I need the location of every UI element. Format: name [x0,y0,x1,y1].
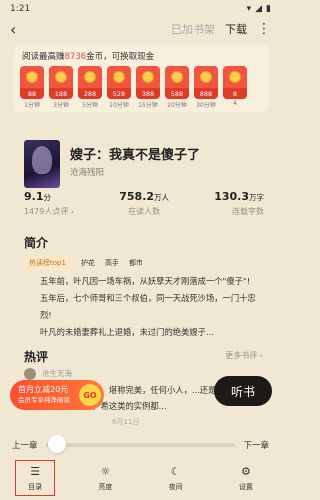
coin-reward-item[interactable]: 288 5分钟 [78,66,102,109]
membership-promo-banner[interactable]: 首月立减20元 会员专享纯净阅读 GO [10,380,104,410]
coin-time: 3分钟 [53,102,69,109]
signal-icon: ◢ [255,4,263,14]
gear-icon: ⚙ [240,464,251,478]
book-cover[interactable] [24,140,60,188]
promo-line2: 会员专享纯净阅读 [18,396,70,404]
bottom-nav: ☰ 目录 ☼ 亮度 ☾ 夜间 ⚙ 设置 [0,456,281,500]
coin-reward-item[interactable]: 528 10分钟 [107,66,131,109]
wifi-icon: ▾ [246,4,252,14]
book-header: 嫂子：我真不是傻子了 沧海残阳 [24,140,264,188]
coin-reward-item[interactable]: 84 [223,66,247,109]
slider-thumb[interactable] [47,435,66,453]
book-author[interactable]: 沧海残阳 [70,166,200,178]
more-options-icon[interactable]: ⋮ [257,21,271,37]
coin-icon [171,71,183,83]
top-bar: ‹ 已加书架 下载 ⋮ [0,18,281,40]
coin-value: 588 [165,88,189,99]
list-icon: ☰ [30,464,41,478]
reviews-heading: 热评 [24,350,49,364]
chapter-progress-bar: 上一章 下一章 [0,435,281,454]
coin-icon [200,71,212,83]
readers-stat: 758.2万人 在读人数 [119,190,170,216]
coin-list: 88 1分钟 188 3分钟 288 5分钟 528 10分钟 388 15分钟 588 20分钟 88… [14,66,269,109]
prev-chapter-button[interactable]: 上一章 [12,439,38,451]
book-stats: 9.1分 1479人点评 › 758.2万人 在读人数 130.3万字 连载字数 [24,190,264,217]
next-chapter-button[interactable]: 下一章 [243,439,269,451]
back-icon[interactable]: ‹ [10,20,26,39]
promo-go-button[interactable]: GO [79,384,101,406]
moon-icon: ☾ [170,464,181,478]
coin-value: 188 [49,88,73,99]
nav-settings[interactable]: ⚙ 设置 [226,460,266,496]
reward-title: 阅读最高赚8736金币，可换取现金 [22,52,155,62]
coin-value: 388 [136,88,160,99]
coin-time: 4 [233,100,237,107]
words-stat: 130.3万字 连载字数 [214,190,264,216]
intro-heading: 简介 [24,236,49,250]
avatar [24,368,36,380]
genre-tag[interactable]: 护花 [81,258,95,268]
battery-icon: ▮ [266,4,271,14]
promo-line1: 首月立减20元 [18,385,69,394]
status-bar: 1:21 ▾ ◢ ▮ [0,0,281,18]
coin-reward-item[interactable]: 888 30分钟 [194,66,218,109]
coin-time: 20分钟 [167,102,187,109]
coin-icon [55,71,67,83]
hot-rank-tag[interactable]: 热读榜top1 [24,256,71,270]
nav-catalog[interactable]: ☰ 目录 [15,460,56,496]
coin-value: 288 [78,88,102,99]
nav-brightness[interactable]: ☼ 亮度 [85,460,125,496]
coin-time: 15分钟 [138,102,158,109]
download-button[interactable]: 下载 [225,21,247,37]
coin-icon [26,71,38,83]
coin-value: 88 [20,88,44,99]
coin-icon [84,71,96,83]
added-to-shelf-label: 已加书架 [171,23,215,36]
listen-button[interactable]: 听书 [214,376,272,406]
brightness-icon: ☼ [100,464,111,478]
coin-time: 5分钟 [82,102,98,109]
coin-icon [142,71,154,83]
rating-count: 1479人点评 › [24,207,75,216]
chapter-slider[interactable] [45,435,236,453]
coin-value: 8 [223,88,247,99]
coin-reward-item[interactable]: 588 20分钟 [165,66,189,109]
coin-icon [229,71,241,83]
coin-value: 888 [194,88,218,99]
genre-tag[interactable]: 都市 [129,258,143,268]
status-time: 1:21 [10,4,31,14]
coin-time: 30分钟 [196,102,216,109]
coin-time: 10分钟 [109,102,129,109]
tag-list: 热读榜top1 护花 高手 都市 [24,256,143,270]
review-date: 6月11日 [112,418,140,426]
reading-reward-card[interactable]: 阅读最高赚8736金币，可换取现金 88 1分钟 188 3分钟 288 5分钟 528 10… [14,44,269,112]
intro-text: 五年前，叶凡因一场车祸，从妖孽天才刚落成一个"傻子"! 五年后，七个师哥和三个叔… [40,276,256,337]
coin-reward-item[interactable]: 188 3分钟 [49,66,73,109]
coin-reward-item[interactable]: 88 1分钟 [20,66,44,109]
rating-stat[interactable]: 9.1分 1479人点评 › [24,190,74,217]
nav-night-mode[interactable]: ☾ 夜间 [156,460,196,496]
book-title: 嫂子：我真不是傻子了 [70,148,201,163]
coin-time: 1分钟 [24,102,40,109]
more-reviews-link[interactable]: 更多书评 › [225,350,263,361]
coin-icon [113,71,125,83]
coin-reward-item[interactable]: 388 15分钟 [136,66,160,109]
genre-tag[interactable]: 高手 [105,258,119,268]
coin-value: 528 [107,88,131,99]
